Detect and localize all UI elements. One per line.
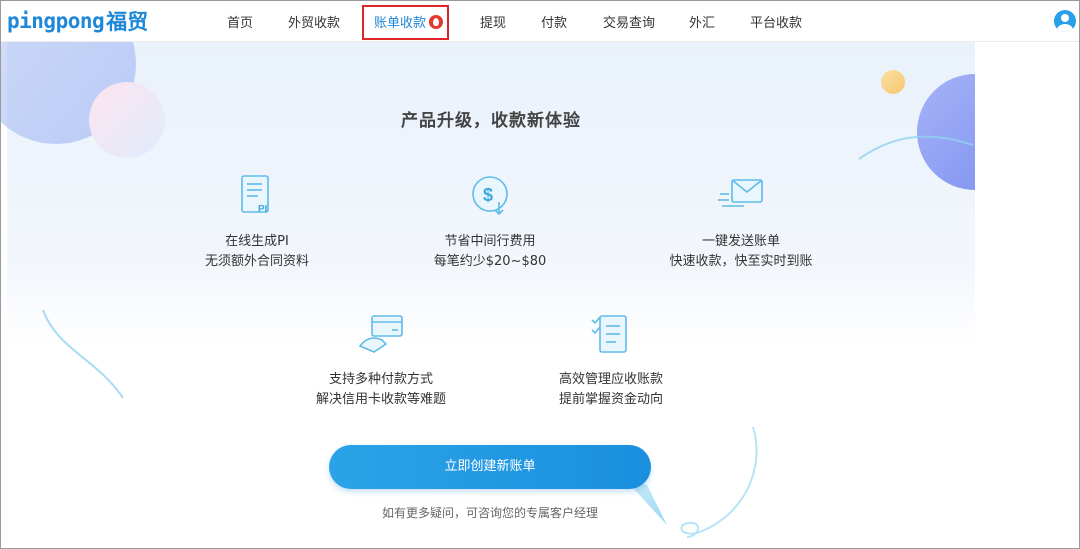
feature-title: 一键发送账单 <box>701 234 780 249</box>
top-nav-bar: pingpong 福贸 首页 外贸收款 账单收款 提现 付款 交易查询 外汇 平… <box>1 1 1079 42</box>
feature-save-fees: $ 节省中间行费用 每笔约少$20~$80 <box>390 172 590 272</box>
feature-title: 节省中间行费用 <box>444 234 536 249</box>
nav-item-payment[interactable]: 付款 <box>541 12 567 31</box>
feature-title: 高效管理应收账款 <box>558 372 663 387</box>
feature-title: 在线生成PI <box>225 234 289 249</box>
nav-item-bill-collection-label: 账单收款 <box>374 16 427 31</box>
send-mail-icon <box>718 179 763 207</box>
create-bill-button[interactable]: 立即创建新账单 <box>329 445 651 489</box>
nav-item-forex[interactable]: 外汇 <box>689 12 715 31</box>
logo-text: pingpong <box>7 9 105 33</box>
feature-title: 支持多种付款方式 <box>328 372 433 387</box>
feature-subtitle: 解决信用卡收款等难题 <box>315 392 446 407</box>
nav-item-platform-collection[interactable]: 平台收款 <box>750 12 802 31</box>
pingpong-logo[interactable]: pingpong 福贸 <box>7 7 148 35</box>
svg-text:PI: PI <box>258 204 268 215</box>
checklist-icon <box>591 315 627 353</box>
feature-multi-payment: 支持多种付款方式 解决信用卡收款等难题 <box>281 310 481 410</box>
svg-text:$: $ <box>483 185 493 205</box>
user-avatar-icon[interactable] <box>1054 10 1076 32</box>
decor-bubbles-right <box>858 70 975 190</box>
nav-item-withdraw[interactable]: 提现 <box>480 12 506 31</box>
dollar-coin-icon: $ <box>472 176 508 216</box>
nav-item-home[interactable]: 首页 <box>227 12 253 31</box>
feature-subtitle: 提前掌握资金动向 <box>558 392 663 407</box>
feature-subtitle: 快速收款，快至实时到账 <box>669 254 813 269</box>
nav-item-bill-collection[interactable]: 账单收款 <box>374 12 444 31</box>
decor-curve-left <box>42 309 124 399</box>
nav-item-trade-collection[interactable]: 外贸收款 <box>288 12 340 31</box>
pi-document-icon: PI <box>241 175 269 215</box>
credit-card-icon <box>358 315 403 353</box>
feature-manage-receivables: 高效管理应收账款 提前掌握资金动向 <box>511 310 711 410</box>
logo-cn-text: 福贸 <box>106 10 149 34</box>
help-text: 如有更多疑问，可咨询您的专属客户经理 <box>381 506 598 520</box>
hot-badge-icon <box>429 15 444 29</box>
app-window: pingpong 福贸 首页 外贸收款 账单收款 提现 付款 交易查询 外汇 平… <box>0 0 1080 549</box>
nav-item-transaction-query[interactable]: 交易查询 <box>603 12 655 31</box>
feature-send-bill: 一键发送账单 快速收款，快至实时到账 <box>641 172 841 272</box>
feature-subtitle: 无须额外合同资料 <box>204 254 309 269</box>
feature-subtitle: 每笔约少$20~$80 <box>433 254 547 269</box>
feature-online-pi: PI 在线生成PI 无须额外合同资料 <box>157 172 357 272</box>
page-title: 产品升级，收款新体验 <box>401 111 581 131</box>
